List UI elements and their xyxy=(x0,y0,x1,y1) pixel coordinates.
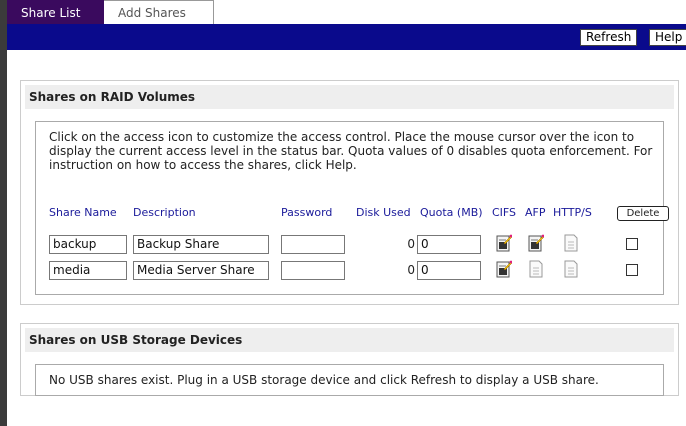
col-cifs: CIFS xyxy=(492,206,517,219)
col-quota: Quota (MB) xyxy=(420,206,483,219)
usb-panel-title: Shares on USB Storage Devices xyxy=(25,328,674,352)
refresh-button[interactable]: Refresh xyxy=(580,29,638,46)
https-page-icon[interactable] xyxy=(563,260,579,278)
col-disk-used: Disk Used xyxy=(356,206,411,219)
quota-input[interactable]: 0 xyxy=(417,261,481,280)
share-name-input[interactable]: backup xyxy=(49,235,127,254)
usb-empty-message: No USB shares exist. Plug in a USB stora… xyxy=(49,373,599,387)
afp-page-icon[interactable] xyxy=(528,260,544,278)
description-input[interactable]: Backup Share xyxy=(133,235,269,254)
cifs-edit-icon[interactable] xyxy=(496,260,512,278)
delete-checkbox[interactable] xyxy=(626,264,638,276)
raid-shares-box: Click on the access icon to customize th… xyxy=(35,121,669,295)
raid-intro-text: Click on the access icon to customize th… xyxy=(49,130,653,172)
help-button[interactable]: Help xyxy=(649,29,686,46)
tab-add-shares[interactable]: Add Shares xyxy=(104,0,214,24)
toolbar: Refresh Help xyxy=(7,24,686,50)
https-page-icon[interactable] xyxy=(563,234,579,252)
col-password: Password xyxy=(281,206,333,219)
delete-checkbox[interactable] xyxy=(626,238,638,250)
share-name-input[interactable]: media xyxy=(49,261,127,280)
col-description: Description xyxy=(133,206,196,219)
raid-shares-panel: Shares on RAID Volumes Click on the acce… xyxy=(20,80,679,305)
delete-button[interactable]: Delete xyxy=(617,206,669,221)
col-afp: AFP xyxy=(525,206,546,219)
left-edge-bar xyxy=(0,0,7,426)
usb-shares-panel: Shares on USB Storage Devices No USB sha… xyxy=(20,323,679,396)
col-https: HTTP/S xyxy=(553,206,592,219)
raid-panel-title: Shares on RAID Volumes xyxy=(25,85,674,109)
cifs-edit-icon[interactable] xyxy=(496,234,512,252)
col-share-name: Share Name xyxy=(49,206,117,219)
tab-share-list[interactable]: Share List xyxy=(7,0,104,24)
usb-shares-box: No USB shares exist. Plug in a USB stora… xyxy=(35,364,664,396)
disk-used-value: 0 xyxy=(407,237,415,251)
tab-bar: Share List Add Shares xyxy=(7,0,214,24)
disk-used-value: 0 xyxy=(407,263,415,277)
password-input[interactable] xyxy=(281,261,345,280)
password-input[interactable] xyxy=(281,235,345,254)
description-input[interactable]: Media Server Share xyxy=(133,261,269,280)
quota-input[interactable]: 0 xyxy=(417,235,481,254)
afp-edit-icon[interactable] xyxy=(528,234,544,252)
